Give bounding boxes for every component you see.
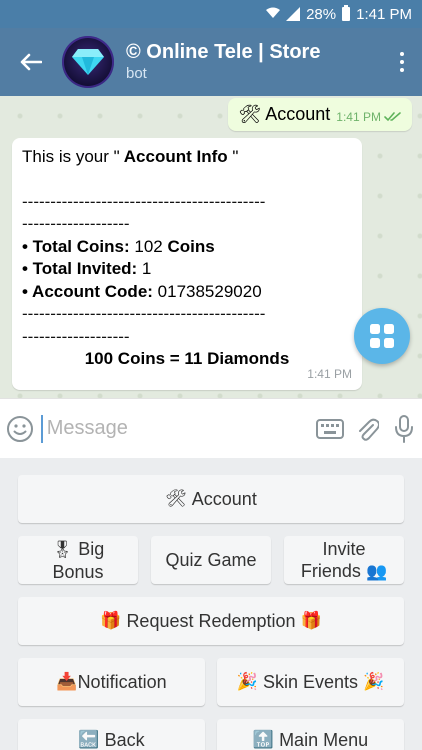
outgoing-message[interactable]: 🛠 Account 1:41 PM [228,98,412,131]
chat-area[interactable]: 🛠 Account 1:41 PM This is your " Account… [0,96,422,398]
divider-line: ----------------------------------------… [22,304,266,323]
medal-icon: 🎖 [51,539,74,559]
incoming-message[interactable]: This is your " Account Info " ----------… [12,138,362,390]
divider-line: ------------------- [22,326,130,346]
outgoing-meta: 1:41 PM [336,110,402,125]
invite-friends-button[interactable]: Invite Friends 👥 [284,536,404,584]
back-button[interactable]: 🔙 Back [18,719,205,750]
message-time: 1:41 PM [336,110,381,124]
wifi-icon [266,6,281,23]
info-intro: This is your " Account Info " [22,147,239,166]
message-time: 1:41 PM [307,366,352,381]
account-code-line: • Account Code: 01738529020 [22,281,262,301]
status-bar: 28% 1:41 PM [0,0,422,28]
chat-header: © Online Tele | Store bot [0,28,422,96]
keyboard-icon [316,418,345,439]
attach-button[interactable] [348,415,385,443]
emoji-button[interactable] [0,415,41,443]
back-arrow-icon: 🔙 [78,730,100,749]
tools-icon: 🛠 [165,489,187,508]
divider-line: ----------------------------------------… [22,191,266,211]
dot-icon [400,52,404,56]
chat-subtitle: bot [126,65,147,82]
chat-title-block[interactable]: © Online Tele | Store bot [126,40,382,84]
total-coins-line: • Total Coins: 102 Coins [22,236,215,256]
clock: 1:41 PM [356,5,412,23]
dot-icon [400,60,404,64]
top-arrow-icon: 🔝 [252,730,275,749]
gift-icon: 🎁 [300,611,322,630]
party-popper-icon: 🎉 [236,672,258,691]
grid-icon [370,324,394,348]
battery-percent: 28% [306,5,337,23]
double-check-icon [384,112,401,122]
skin-events-button[interactable]: 🎉 Skin Events 🎉 [217,658,404,706]
inbox-icon: 📥 [56,672,78,691]
microphone-icon [394,414,413,443]
party-popper-icon: 🎉 [363,672,385,691]
tools-icon: 🛠 [238,104,262,124]
people-icon: 👥 [365,561,388,581]
notification-button[interactable]: 📥 Notification [18,658,205,706]
signal-icon [286,7,301,21]
bot-keyboard: 🛠 Account 🎖 Big Bonus Quiz Game Invite F… [0,458,422,750]
more-options-button[interactable] [382,28,422,96]
battery-icon [342,5,351,21]
voice-button[interactable] [385,414,422,443]
gift-icon: 🎁 [100,611,122,630]
request-redemption-button[interactable]: 🎁 Request Redemption 🎁 [18,597,404,645]
big-bonus-button[interactable]: 🎖 Big Bonus [18,536,138,584]
back-arrow-button[interactable] [0,28,62,96]
main-menu-button[interactable]: 🔝 Main Menu [217,719,404,750]
quiz-game-button[interactable]: Quiz Game [151,536,271,584]
message-composer [0,398,422,458]
total-invited-line: • Total Invited: 1 [22,259,152,278]
account-button[interactable]: 🛠 Account [18,475,404,523]
keyboard-toggle-button[interactable] [312,418,349,439]
arrow-left-icon [20,53,42,71]
outgoing-text: 🛠 Account [238,104,331,124]
dot-icon [400,68,404,72]
conversion-rate: 100 Coins = 11 Diamonds [84,349,290,368]
message-input[interactable] [40,414,312,443]
chat-title: © Online Tele | Store [126,41,321,63]
paperclip-icon [358,418,379,441]
smiley-icon [7,415,34,442]
bot-avatar[interactable] [62,36,114,88]
bot-commands-button[interactable] [354,308,410,364]
diamond-icon [72,49,104,75]
divider-line: ------------------- [22,214,130,233]
